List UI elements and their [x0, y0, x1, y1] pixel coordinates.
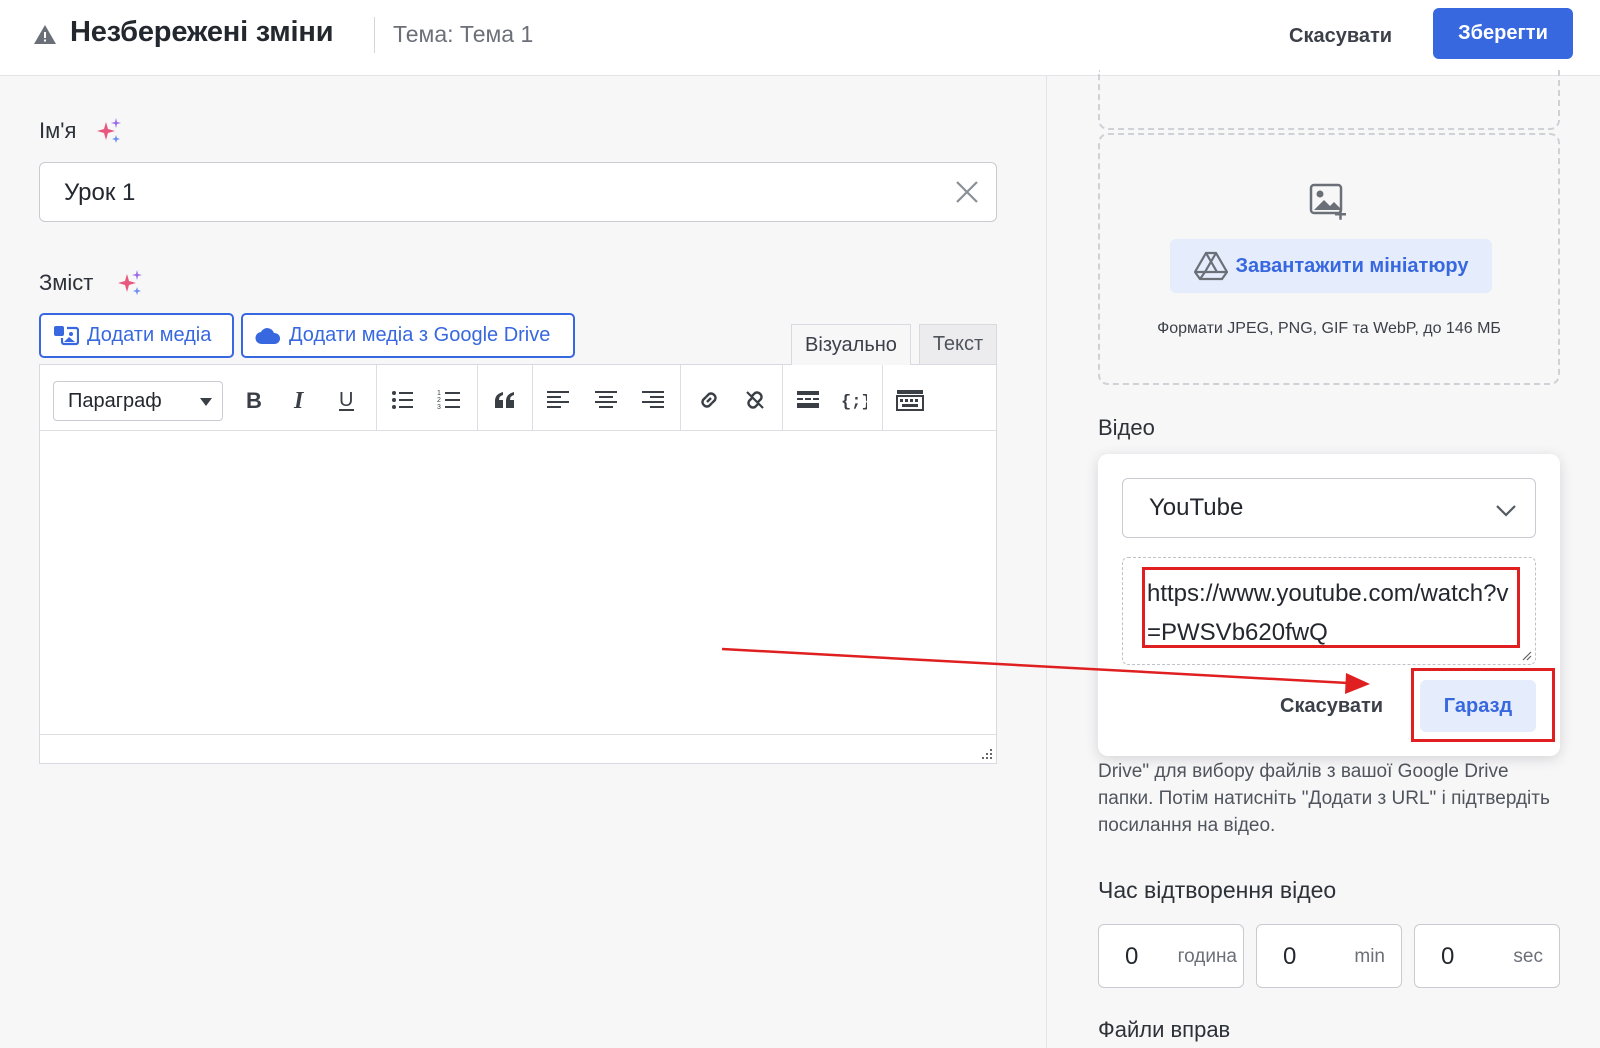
- seconds-value: 0: [1441, 943, 1455, 970]
- popup-cancel-button[interactable]: Скасувати: [1280, 686, 1383, 726]
- add-drive-media-button[interactable]: Додати медіа з Google Drive: [241, 313, 575, 358]
- keyboard-icon[interactable]: [893, 383, 927, 417]
- video-url-input[interactable]: https://www.youtube.com/watch?v=PWSVb620…: [1122, 557, 1536, 665]
- svg-text:I: I: [293, 389, 305, 411]
- svg-text:2: 2: [437, 397, 441, 404]
- top-bar: Незбережені зміни Тема: Тема 1 Скасувати…: [0, 0, 1600, 76]
- add-drive-media-label: Додати медіа з Google Drive: [289, 324, 551, 346]
- svg-text:B: B: [246, 389, 262, 411]
- italic-icon[interactable]: I: [283, 383, 317, 417]
- link-icon[interactable]: [692, 383, 726, 417]
- minutes-input[interactable]: 0 min: [1256, 924, 1402, 988]
- video-label: Відео: [1098, 415, 1155, 440]
- hours-input[interactable]: 0 година: [1098, 924, 1244, 988]
- upload-thumbnail-button[interactable]: Завантажити мініатюру: [1170, 239, 1492, 293]
- caret-down-icon: [200, 398, 212, 406]
- hours-value: 0: [1125, 943, 1139, 970]
- editor-toolbar: Параграф B I U 123 {;: [40, 365, 996, 431]
- svg-text:U: U: [339, 389, 353, 411]
- content-label: Зміст: [39, 270, 94, 295]
- ai-sparkle-icon[interactable]: [94, 116, 124, 146]
- name-input[interactable]: Урок 1: [39, 162, 997, 222]
- align-center-icon[interactable]: [589, 383, 623, 417]
- cloud-icon: [255, 327, 281, 344]
- name-input-value: Урок 1: [64, 179, 136, 206]
- seconds-unit: sec: [1513, 946, 1543, 967]
- video-url-value: https://www.youtube.com/watch?v=PWSVb620…: [1147, 580, 1509, 646]
- add-media-label: Додати медіа: [87, 324, 212, 346]
- bold-icon[interactable]: B: [236, 383, 270, 417]
- paragraph-format-value: Параграф: [68, 389, 162, 412]
- resize-handle-icon[interactable]: [980, 747, 992, 759]
- underline-icon[interactable]: U: [330, 383, 364, 417]
- minutes-value: 0: [1283, 943, 1297, 970]
- svg-text:{;}: {;}: [841, 393, 867, 411]
- bullet-list-icon[interactable]: [385, 383, 419, 417]
- toolbar-separator: [782, 365, 783, 431]
- ai-sparkle-icon[interactable]: [115, 268, 145, 298]
- cancel-button[interactable]: Скасувати: [1275, 18, 1406, 54]
- minutes-unit: min: [1354, 946, 1385, 967]
- svg-text:3: 3: [437, 404, 441, 411]
- save-button[interactable]: Зберегти: [1433, 8, 1573, 59]
- add-media-button[interactable]: Додати медіа: [39, 313, 234, 358]
- toolbar-separator: [882, 365, 883, 431]
- video-url-popup: YouTube https://www.youtube.com/watch?v=…: [1098, 454, 1560, 756]
- exercise-files-label: Файли вправ: [1098, 1017, 1231, 1042]
- numbered-list-icon[interactable]: 123: [432, 383, 466, 417]
- upload-thumbnail-label: Завантажити мініатюру: [1235, 254, 1469, 277]
- tab-text[interactable]: Текст: [919, 324, 997, 364]
- popup-ok-button[interactable]: Гаразд: [1420, 680, 1536, 732]
- video-help-text: Drive" для вибору файлів з вашої Google …: [1098, 761, 1550, 836]
- align-left-icon[interactable]: [541, 383, 575, 417]
- tab-visual[interactable]: Візуально: [791, 324, 911, 365]
- featured-image-dropzone[interactable]: [1098, 70, 1560, 130]
- add-image-icon: [1309, 183, 1346, 220]
- resize-handle-icon[interactable]: [1520, 649, 1532, 661]
- align-right-icon[interactable]: [636, 383, 670, 417]
- toolbar-separator: [477, 365, 478, 431]
- editor-status-bar: [40, 734, 996, 763]
- name-label: Ім'я: [39, 118, 77, 143]
- read-more-icon[interactable]: [791, 383, 825, 417]
- header-divider: [374, 17, 375, 53]
- chevron-down-icon: [1496, 505, 1516, 517]
- toolbar-separator: [680, 365, 681, 431]
- clear-icon[interactable]: [954, 179, 980, 205]
- paragraph-format-select[interactable]: Параграф: [53, 381, 223, 421]
- hours-unit: година: [1177, 946, 1237, 967]
- google-drive-icon: [1193, 251, 1228, 281]
- rich-text-editor[interactable]: Параграф B I U 123 {;: [39, 364, 997, 764]
- code-icon[interactable]: {;}: [837, 383, 871, 417]
- toolbar-separator: [376, 365, 377, 431]
- svg-text:1: 1: [437, 390, 441, 397]
- playback-time-label: Час відтворення відео: [1098, 877, 1337, 903]
- toolbar-separator: [532, 365, 533, 431]
- warning-icon: [34, 25, 56, 44]
- unlink-icon[interactable]: [738, 383, 772, 417]
- page-title: Незбережені зміни: [70, 16, 334, 48]
- blockquote-icon[interactable]: [488, 383, 522, 417]
- thumbnail-formats-hint: Формати JPEG, PNG, GIF та WebP, до 146 М…: [1157, 320, 1501, 337]
- video-provider-value: YouTube: [1149, 494, 1244, 521]
- video-provider-select[interactable]: YouTube: [1122, 478, 1536, 538]
- seconds-input[interactable]: 0 sec: [1414, 924, 1560, 988]
- topic-breadcrumb: Тема: Тема 1: [393, 21, 534, 47]
- media-icon: [54, 325, 79, 345]
